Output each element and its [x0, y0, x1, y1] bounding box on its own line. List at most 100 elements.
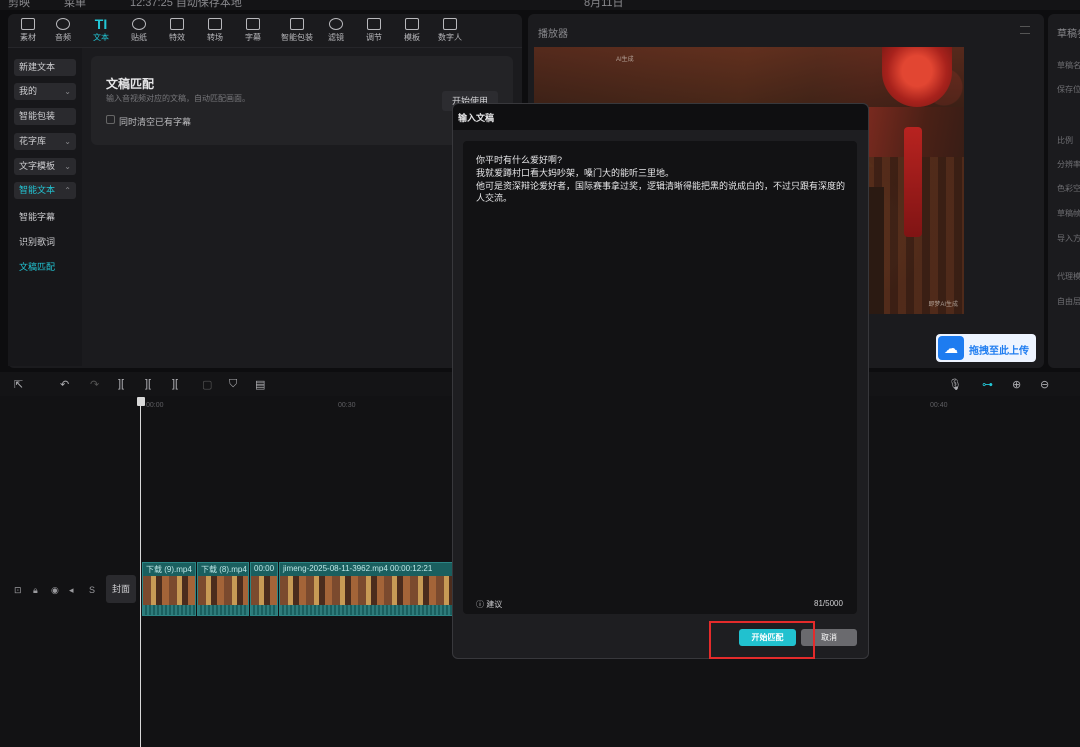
tab-subtitle[interactable]: 字幕	[236, 18, 270, 43]
trim-right-icon[interactable]: ][	[172, 378, 178, 390]
sub-nav-text-template[interactable]: 文字模板 ⌄	[14, 158, 76, 175]
audio-icon	[56, 18, 70, 30]
adjust-icon	[367, 18, 381, 30]
draft-title: 8月11日	[584, 0, 624, 9]
param-label: 导入方	[1057, 234, 1080, 243]
link-icon[interactable]: ⊶	[982, 378, 993, 391]
menu-icon[interactable]	[1020, 26, 1030, 34]
select-cursor-icon[interactable]: ⇱	[14, 378, 23, 391]
param-label: 分辨率	[1057, 160, 1080, 169]
tab-digital-human[interactable]: 数字人	[433, 18, 467, 43]
sub-nav-smart-subtitle[interactable]: 智能字幕	[19, 210, 55, 223]
lock-icon[interactable]: 🔒︎	[33, 585, 38, 596]
ruler-tick: 00:00	[146, 402, 164, 409]
script-textarea[interactable]	[463, 141, 857, 614]
tab-smart-pack[interactable]: 智能包装	[280, 18, 314, 43]
filter-icon	[329, 18, 343, 30]
highlight-box	[709, 621, 815, 659]
tab-text[interactable]: TI 文本	[84, 16, 118, 43]
playhead-handle[interactable]	[137, 397, 145, 406]
cloud-upload-icon: ☁	[938, 336, 964, 360]
video-tassel	[904, 127, 922, 237]
card-subtitle: 输入音视频对应的文稿，自动匹配画面。	[106, 94, 250, 103]
tab-audio[interactable]: 音频	[46, 18, 80, 43]
chevron-up-icon: ⌃	[64, 186, 71, 195]
tab-template[interactable]: 模板	[395, 18, 429, 43]
microphone-icon[interactable]: 🎙	[948, 378, 962, 391]
chevron-down-icon: ⌄	[64, 162, 71, 171]
checkbox-label: 同时清空已有字幕	[119, 117, 192, 127]
ruler-tick: 00:40	[930, 402, 948, 409]
sub-nav-smart-text[interactable]: 智能文本 ⌃	[14, 182, 76, 199]
template-icon	[405, 18, 419, 30]
suggest-link[interactable]: ⓘ 建议	[476, 599, 502, 610]
player-title: 播放器	[538, 29, 568, 40]
eye-icon[interactable]: ◉	[51, 585, 59, 596]
watermark-top: AI生成	[616, 57, 634, 63]
tab-sticker[interactable]: 贴纸	[122, 18, 156, 43]
video-clip[interactable]: 00:00	[250, 562, 278, 616]
sticker-icon	[132, 18, 146, 30]
sub-nav-mine[interactable]: 我的 ⌄	[14, 83, 76, 100]
param-label: 代理模	[1057, 272, 1080, 281]
playhead[interactable]	[140, 398, 141, 747]
subtitle-icon	[246, 18, 260, 30]
track-cover-icon[interactable]: ⊡	[14, 585, 22, 596]
char-counter: 81/5000	[814, 599, 843, 608]
digital-human-icon	[443, 18, 457, 30]
video-clip[interactable]: 下载 (8).mp4 00:0	[197, 562, 249, 616]
mute-icon[interactable]: ◂	[69, 585, 74, 596]
text-sub-nav: 新建文本 我的 ⌄ 智能包装 花字库 ⌄ 文字模板 ⌄ 智能文本 ⌃ 智能字幕 识别歌词…	[8, 48, 82, 366]
param-label: 比例	[1057, 136, 1073, 145]
sub-nav-smart-pack[interactable]: 智能包装	[14, 108, 76, 125]
tab-transition[interactable]: 转场	[198, 18, 232, 43]
tab-adjust[interactable]: 调节	[357, 18, 391, 43]
cover-button[interactable]: 封面	[106, 575, 136, 603]
split-icon[interactable]: ][	[118, 378, 124, 390]
tab-filter[interactable]: 滤镜	[319, 18, 353, 43]
trim-left-icon[interactable]: ][	[145, 378, 151, 390]
text-icon: TI	[94, 16, 108, 32]
script-line: 你平时有什么爱好啊?	[476, 155, 563, 165]
card-title: 文稿匹配	[106, 77, 155, 91]
redo-icon[interactable]: ↷	[90, 378, 99, 391]
param-label: 草稿名	[1057, 61, 1080, 70]
snap-icon[interactable]: ⊕	[1012, 378, 1021, 391]
new-text-button[interactable]: 新建文本	[14, 59, 76, 76]
param-label: 保存位	[1057, 85, 1080, 94]
script-icon[interactable]: ▤	[255, 378, 265, 391]
effects-icon	[170, 18, 184, 30]
watermark-bottom: 即梦AI生成	[928, 302, 958, 308]
autosave-status: 12:37:25 自动保存本地	[130, 0, 242, 9]
chevron-down-icon: ⌄	[64, 87, 71, 96]
video-clip[interactable]: 下载 (9).mp4	[142, 562, 196, 616]
chain-icon[interactable]: ⊖	[1040, 378, 1049, 391]
sub-nav-script-match[interactable]: 文稿匹配	[19, 260, 55, 273]
param-label: 自由层	[1057, 297, 1080, 306]
tab-effects[interactable]: 特效	[160, 18, 194, 43]
shield-icon[interactable]: ⛉	[229, 378, 237, 391]
undo-icon[interactable]: ↶	[60, 378, 69, 391]
sub-nav-lyrics[interactable]: 识别歌词	[19, 235, 55, 248]
script-line: 他可是资深辩论爱好者，国际赛事拿过奖，逻辑清晰得能把黑的说成白的，不过只跟有深度…	[476, 181, 846, 203]
dialog-header	[453, 104, 868, 130]
info-icon: ⓘ	[476, 600, 484, 609]
sub-nav-flower-font[interactable]: 花字库 ⌄	[14, 133, 76, 150]
clear-subtitles-checkbox[interactable]	[106, 115, 115, 124]
solo-icon[interactable]: S	[89, 585, 95, 595]
video-clip[interactable]: jimeng-2025-08-11-3962.mp4 00:00:12:21	[279, 562, 455, 616]
divider	[8, 47, 522, 48]
app-name: 剪映	[8, 0, 30, 9]
script-line: 我就爱蹲村口看大妈吵架，嗓门大的能听三里地。	[476, 168, 675, 178]
tab-media[interactable]: 素材	[11, 18, 45, 43]
layout-menu[interactable]: 菜单	[64, 0, 86, 10]
delete-icon[interactable]: ▢	[202, 378, 212, 391]
param-label: 草稿帧	[1057, 209, 1080, 218]
smart-pack-icon	[290, 18, 304, 30]
draft-params-title: 草稿参数	[1057, 29, 1080, 40]
chevron-down-icon: ⌄	[64, 137, 71, 146]
param-label: 色彩空	[1057, 184, 1080, 193]
ruler-tick: 00:30	[338, 402, 356, 409]
upload-label: 拖拽至此上传	[969, 346, 1029, 357]
dialog-title: 输入文稿	[458, 113, 495, 123]
